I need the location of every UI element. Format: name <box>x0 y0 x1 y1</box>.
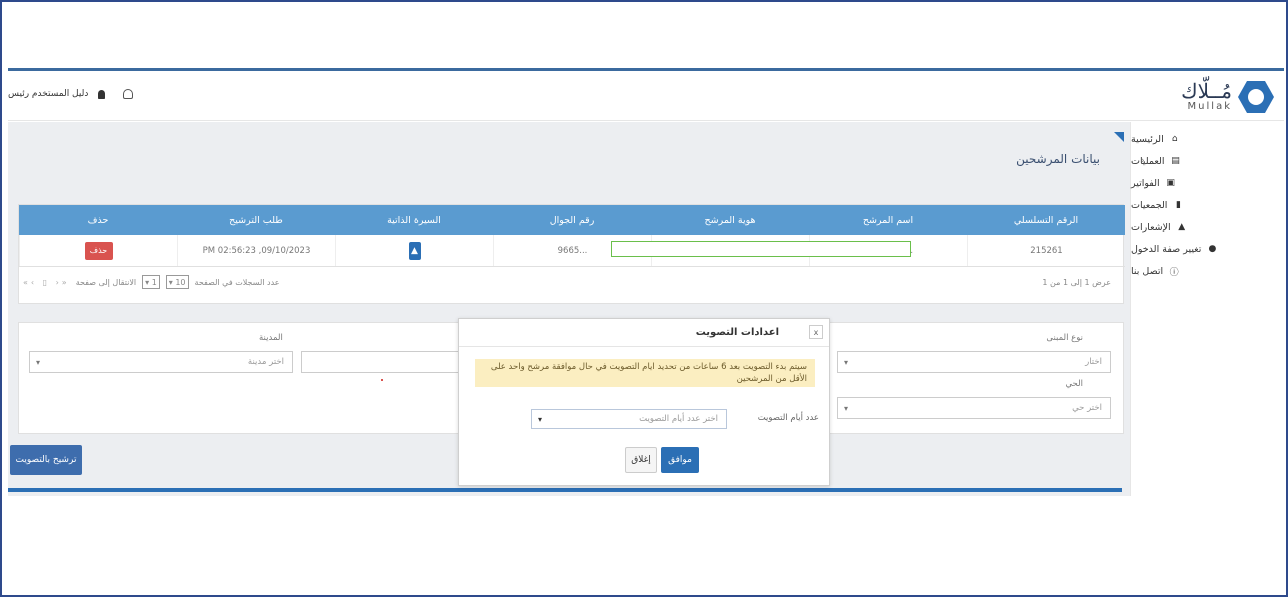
close-icon[interactable]: x <box>809 325 823 339</box>
page-nav-label: الانتقال إلى صفحة <box>75 277 137 287</box>
sidebar-item-label: الفواتير <box>1131 177 1160 189</box>
chevron-left-icon: ‹ <box>1141 156 1145 166</box>
sidebar-item-contact[interactable]: ⓘ اتصل بنا <box>1131 260 1284 282</box>
user-icon: ● <box>1208 244 1217 254</box>
modal-header: اعدادات التصويت x <box>459 319 829 347</box>
building-type-value: اختار <box>1085 357 1102 367</box>
logo-text-en: Mullak <box>1187 101 1232 112</box>
close-button[interactable]: إغلاق <box>625 447 657 473</box>
sidebar-item-invoices[interactable]: ▣ الفواتير <box>1131 172 1284 194</box>
logo[interactable]: مُــلّاك Mullak <box>1162 79 1274 115</box>
modal-title: اعدادات التصويت <box>695 327 779 338</box>
logo-text-ar: مُــلّاك <box>1181 79 1232 103</box>
table-row: 215261 عبدالرحمن ... 9665... ▲ PM 02:56:… <box>19 235 1125 267</box>
red-dot-marker <box>381 379 383 381</box>
bottom-accent-bar <box>8 488 1122 492</box>
sidebar-item-home[interactable]: ⌂ الرئيسية <box>1131 128 1284 150</box>
col-request[interactable]: طلب الترشيح <box>177 205 335 235</box>
sidebar-item-label: الرئيسية <box>1131 133 1164 145</box>
app-window: دليل المستخدم رئيس مُــلّاك Mullak ⌂ الر… <box>8 68 1284 496</box>
bell-icon: ▲ <box>1178 222 1186 232</box>
col-name[interactable]: اسم المرشح <box>809 205 967 235</box>
city-value: اختر مدينة <box>247 357 284 367</box>
city-select[interactable]: اختر مدينة ▾ <box>29 351 293 373</box>
pagination: عرض 1 إلى 1 من 1 عدد السجلات في الصفحة 1… <box>19 269 1125 299</box>
user-menu[interactable]: دليل المستخدم رئيس <box>8 89 134 99</box>
document-icon: ▤ <box>1171 156 1180 166</box>
col-cv[interactable]: السيرة الذاتية <box>335 205 493 235</box>
district-label: الحي <box>1065 379 1083 389</box>
ok-button[interactable]: موافق <box>661 447 699 473</box>
page-title: بيانات المرشحين <box>1016 152 1100 166</box>
user-label[interactable]: دليل المستخدم رئيس <box>8 89 88 99</box>
chevron-down-icon: ▾ <box>844 403 849 413</box>
records-per-page-label: عدد السجلات في الصفحة <box>194 277 280 287</box>
sidebar-item-label: تغيير صفة الدخول <box>1131 243 1202 255</box>
pager-controls: عدد السجلات في الصفحة 10 ▾ 1 ▾ الانتقال … <box>23 275 280 289</box>
building-type-label: نوع المبنى <box>1046 333 1083 343</box>
sidebar-item-label: الجمعيات <box>1131 199 1168 211</box>
sidebar-item-change-role[interactable]: ● تغيير صفة الدخول <box>1131 238 1284 260</box>
cell-delete: حذف <box>19 235 177 266</box>
header: دليل المستخدم رئيس مُــلّاك Mullak <box>8 71 1284 121</box>
invoice-icon: ▣ <box>1166 178 1175 188</box>
col-id[interactable]: هوية المرشح <box>651 205 809 235</box>
sidebar-item-label: اتصل بنا <box>1131 265 1164 277</box>
voting-days-label: عدد أيام التصويت <box>757 413 819 423</box>
sidebar: ⌂ الرئيسية ‹ ▤ العمليات ▣ الفواتير ▮ الج… <box>1130 122 1284 496</box>
district-value: اختر حي <box>1072 403 1102 413</box>
building-icon: ▮ <box>1175 200 1181 210</box>
logo-badge-icon <box>1238 81 1274 113</box>
vote-nominate-button[interactable]: ترشيح بالتصويت <box>10 445 82 475</box>
secondary-field[interactable] <box>301 351 461 373</box>
chevron-down-icon: ▾ <box>36 357 41 367</box>
corner-marker <box>1114 132 1124 142</box>
sidebar-item-notifications[interactable]: ▲ الإشعارات <box>1131 216 1284 238</box>
page-select[interactable]: 1 ▾ <box>142 275 160 289</box>
cell-cv: ▲ <box>335 235 493 266</box>
col-delete[interactable]: حذف <box>19 205 177 235</box>
pager-info: عرض 1 إلى 1 من 1 <box>1042 278 1111 287</box>
col-serial[interactable]: الرقم التسلسلي <box>967 205 1125 235</box>
chevron-down-icon: ▾ <box>538 414 543 424</box>
screenshot-frame: دليل المستخدم رئيس مُــلّاك Mullak ⌂ الر… <box>0 0 1288 597</box>
download-cv-button[interactable]: ▲ <box>408 241 421 260</box>
bell-icon[interactable] <box>123 89 134 99</box>
home-icon: ⌂ <box>1171 134 1178 144</box>
sidebar-item-associations[interactable]: ▮ الجمعيات <box>1131 194 1284 216</box>
sidebar-item-operations[interactable]: ‹ ▤ العمليات <box>1131 150 1284 172</box>
sidebar-item-label: العمليات <box>1131 155 1165 167</box>
user-icon <box>98 89 106 99</box>
candidates-table: الرقم التسلسلي اسم المرشح هوية المرشح رق… <box>18 204 1125 304</box>
voting-days-select[interactable]: اختر عدد أيام التصويت ▾ <box>531 409 727 429</box>
sidebar-item-label: الإشعارات <box>1131 221 1171 233</box>
table-header: الرقم التسلسلي اسم المرشح هوية المرشح رق… <box>19 205 1125 235</box>
cell-serial: 215261 <box>967 235 1125 266</box>
cell-request: PM 02:56:23 ,09/10/2023 <box>177 235 335 266</box>
records-per-page-select[interactable]: 10 ▾ <box>165 275 189 289</box>
city-label: المدينة <box>259 333 283 343</box>
warning-message: سيتم بدء التصويت بعد 6 ساعات من تحديد اي… <box>475 359 815 387</box>
info-icon: ⓘ <box>1169 267 1179 278</box>
highlight-box <box>611 241 911 257</box>
voting-days-value: اختر عدد أيام التصويت <box>639 414 718 424</box>
col-mobile[interactable]: رقم الجوال <box>493 205 651 235</box>
page-nav-arrows[interactable]: «‹ ▯ ›» <box>23 278 70 287</box>
voting-settings-modal: اعدادات التصويت x سيتم بدء التصويت بعد 6… <box>458 318 830 486</box>
building-type-select[interactable]: اختار ▾ <box>837 351 1111 373</box>
district-select[interactable]: اختر حي ▾ <box>837 397 1111 419</box>
delete-button[interactable]: حذف <box>84 241 113 260</box>
chevron-down-icon: ▾ <box>844 357 849 367</box>
